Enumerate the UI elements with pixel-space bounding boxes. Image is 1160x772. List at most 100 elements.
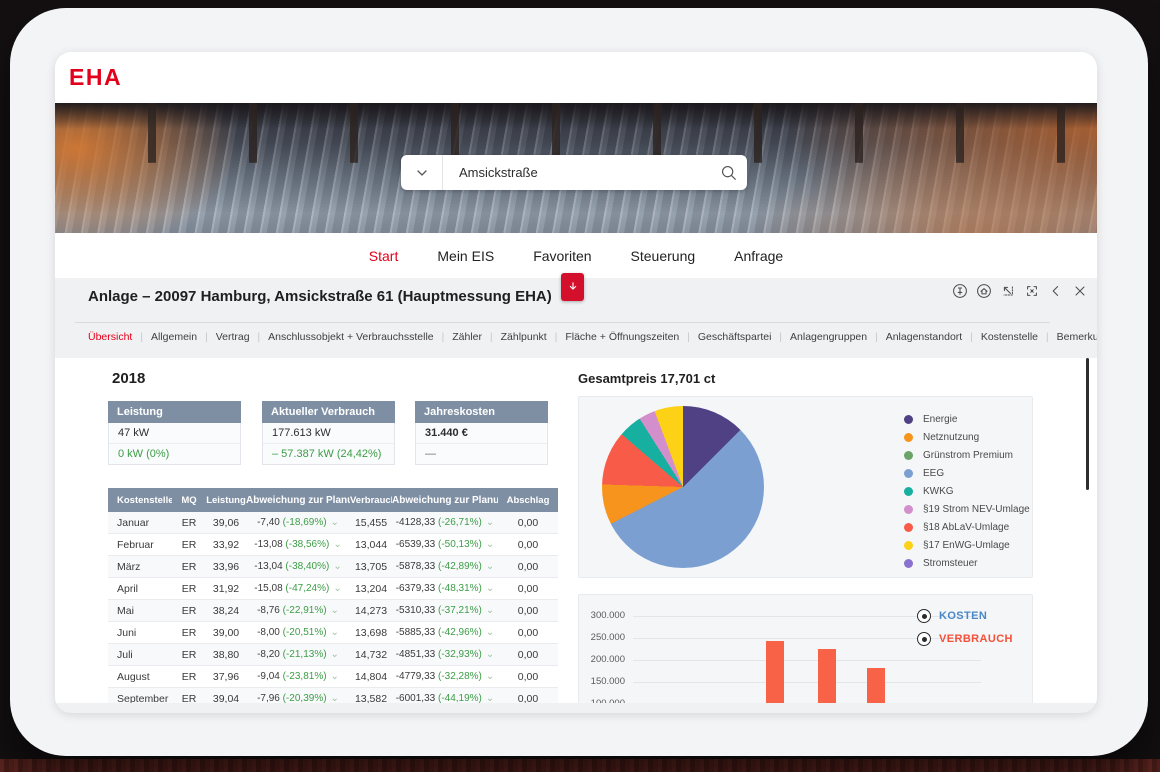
legend-item-netznutzung: Netznutzung bbox=[904, 428, 1030, 446]
app-header: EHA bbox=[55, 52, 1097, 103]
table-row: JuliER38,80-8,20 (-21,13%)⌄14,732-4851,3… bbox=[108, 644, 558, 666]
chevron-down-icon[interactable]: ⌄ bbox=[331, 517, 339, 528]
stat-card-title: Leistung bbox=[108, 401, 241, 423]
chevron-down-icon[interactable]: ⌄ bbox=[486, 539, 494, 550]
search-scope-dropdown[interactable] bbox=[401, 155, 443, 190]
vertical-scrollbar[interactable] bbox=[1086, 358, 1089, 490]
chevron-down-icon[interactable]: ⌄ bbox=[486, 627, 494, 638]
tab-separator: | bbox=[490, 332, 493, 343]
stat-card-value: 47 kW bbox=[108, 423, 241, 444]
tab-vertrag[interactable]: Vertrag bbox=[216, 331, 250, 343]
legend-label: KWKG bbox=[923, 486, 954, 497]
column-header-kostenstelle: Kostenstelle bbox=[108, 495, 172, 506]
legend-dot bbox=[904, 415, 913, 424]
cell-leistung-abweichung: -13,08 (-38,56%)⌄ bbox=[246, 539, 350, 550]
nav-item-start[interactable]: Start bbox=[369, 248, 399, 264]
legend-item-gr-nstrom-premium: Grünstrom Premium bbox=[904, 446, 1030, 464]
chevron-left-icon[interactable] bbox=[1048, 283, 1064, 299]
tab-anlagengruppen[interactable]: Anlagengruppen bbox=[790, 331, 867, 343]
legend-label: Stromsteuer bbox=[923, 558, 977, 569]
cell-leistung: 33,96 bbox=[206, 561, 246, 573]
pin-icon[interactable] bbox=[952, 283, 968, 299]
table-row: AprilER31,92-15,08 (-47,24%)⌄13,204-6379… bbox=[108, 578, 558, 600]
download-button[interactable] bbox=[561, 273, 584, 301]
chevron-down-icon[interactable]: ⌄ bbox=[331, 693, 339, 703]
table-row: MärzER33,96-13,04 (-38,40%)⌄13,705-5878,… bbox=[108, 556, 558, 578]
cell-month: September bbox=[108, 693, 172, 704]
cell-mq: ER bbox=[172, 649, 206, 661]
radio-kosten[interactable]: KOSTEN bbox=[917, 608, 1013, 624]
cell-month: Juni bbox=[108, 627, 172, 639]
cell-month: Juli bbox=[108, 649, 172, 661]
cell-verbrauch: 14,273 bbox=[350, 605, 392, 617]
chevron-down-icon[interactable]: ⌄ bbox=[331, 627, 339, 638]
column-header-verbrauch: Verbrauch bbox=[350, 495, 392, 506]
tab-separator: | bbox=[970, 332, 973, 343]
chevron-down-icon[interactable]: ⌄ bbox=[486, 605, 494, 616]
search-bar bbox=[401, 155, 747, 190]
resize-diagonal-icon[interactable] bbox=[1000, 283, 1016, 299]
legend-dot bbox=[904, 469, 913, 478]
tab-z-hlpunkt[interactable]: Zählpunkt bbox=[501, 331, 547, 343]
table-row: SeptemberER39,04-7,96 (-20,39%)⌄13,582-6… bbox=[108, 688, 558, 703]
tab-bersicht[interactable]: Übersicht bbox=[88, 331, 132, 343]
chevron-down-icon[interactable]: ⌄ bbox=[331, 649, 339, 660]
bar-chart-controls: KOSTEN VERBRAUCH bbox=[917, 608, 1013, 654]
tab-bemerkungen[interactable]: Bemerkungen bbox=[1057, 331, 1097, 343]
cell-mq: ER bbox=[172, 539, 206, 551]
tab-anschlussobjekt-verbrauchsstelle[interactable]: Anschlussobjekt + Verbrauchsstelle bbox=[268, 331, 433, 343]
legend-dot bbox=[904, 523, 913, 532]
cell-month: Mai bbox=[108, 605, 172, 617]
stat-card-value: 177.613 kW bbox=[262, 423, 395, 444]
cell-month: August bbox=[108, 671, 172, 683]
stat-card-aktueller-verbrauch: Aktueller Verbrauch 177.613 kW – 57.387 … bbox=[262, 401, 395, 465]
cell-leistung: 39,06 bbox=[206, 517, 246, 529]
search-icon bbox=[720, 164, 737, 181]
radio-verbrauch[interactable]: VERBRAUCH bbox=[917, 631, 1013, 647]
tab-anlagenstandort[interactable]: Anlagenstandort bbox=[886, 331, 962, 343]
nav-item-steuerung[interactable]: Steuerung bbox=[631, 248, 696, 264]
close-icon[interactable] bbox=[1072, 283, 1088, 299]
stat-card-delta: – 57.387 kW (24,42%) bbox=[262, 444, 395, 465]
months-table: KostenstelleMQLeistungAbweichung zur Pla… bbox=[108, 488, 558, 703]
pie-legend: EnergieNetznutzungGrünstrom PremiumEEGKW… bbox=[904, 410, 1030, 572]
chevron-down-icon[interactable]: ⌄ bbox=[486, 583, 494, 594]
cell-verbrauch-abweichung: -5885,33 (-42,96%)⌄ bbox=[392, 627, 498, 638]
nav-item-favoriten[interactable]: Favoriten bbox=[533, 248, 591, 264]
legend-item-stromsteuer: Stromsteuer bbox=[904, 554, 1030, 572]
home-icon[interactable] bbox=[976, 283, 992, 299]
chevron-down-icon[interactable]: ⌄ bbox=[333, 583, 341, 594]
cell-leistung-abweichung: -13,04 (-38,40%)⌄ bbox=[246, 561, 350, 572]
tab-separator: | bbox=[779, 332, 782, 343]
legend-label: §17 EnWG-Umlage bbox=[923, 540, 1010, 551]
cell-leistung-abweichung: -8,20 (-21,13%)⌄ bbox=[246, 649, 350, 660]
chevron-down-icon[interactable]: ⌄ bbox=[486, 517, 494, 528]
cell-leistung: 33,92 bbox=[206, 539, 246, 551]
nav-item-mein-eis[interactable]: Mein EIS bbox=[437, 248, 494, 264]
chevron-down-icon[interactable]: ⌄ bbox=[331, 605, 339, 616]
stat-card-value: 31.440 € bbox=[415, 423, 548, 444]
nav-item-anfrage[interactable]: Anfrage bbox=[734, 248, 783, 264]
tab-kostenstelle[interactable]: Kostenstelle bbox=[981, 331, 1038, 343]
search-input[interactable] bbox=[443, 165, 709, 180]
search-button[interactable] bbox=[709, 164, 747, 181]
chevron-down-icon[interactable]: ⌄ bbox=[486, 693, 494, 703]
chevron-down-icon[interactable]: ⌄ bbox=[486, 561, 494, 572]
tab-gesch-ftspartei[interactable]: Geschäftspartei bbox=[698, 331, 772, 343]
chevron-down-icon[interactable]: ⌄ bbox=[486, 671, 494, 682]
tab-separator: | bbox=[1046, 332, 1049, 343]
cell-verbrauch-abweichung: -5310,33 (-37,21%)⌄ bbox=[392, 605, 498, 616]
cell-month: April bbox=[108, 583, 172, 595]
cell-verbrauch-abweichung: -4851,33 (-32,93%)⌄ bbox=[392, 649, 498, 660]
chevron-down-icon[interactable]: ⌄ bbox=[333, 561, 341, 572]
chevron-down-icon[interactable]: ⌄ bbox=[333, 539, 341, 550]
radio-label: KOSTEN bbox=[939, 610, 987, 622]
chevron-down-icon[interactable]: ⌄ bbox=[331, 671, 339, 682]
legend-label: EEG bbox=[923, 468, 944, 479]
tab-z-hler[interactable]: Zähler bbox=[452, 331, 482, 343]
tab-allgemein[interactable]: Allgemein bbox=[151, 331, 197, 343]
pie-chart-panel: EnergieNetznutzungGrünstrom PremiumEEGKW… bbox=[578, 396, 1033, 578]
fullscreen-icon[interactable] bbox=[1024, 283, 1040, 299]
chevron-down-icon[interactable]: ⌄ bbox=[486, 649, 494, 660]
tab-fl-che-ffnungszeiten[interactable]: Fläche + Öffnungszeiten bbox=[565, 331, 679, 343]
